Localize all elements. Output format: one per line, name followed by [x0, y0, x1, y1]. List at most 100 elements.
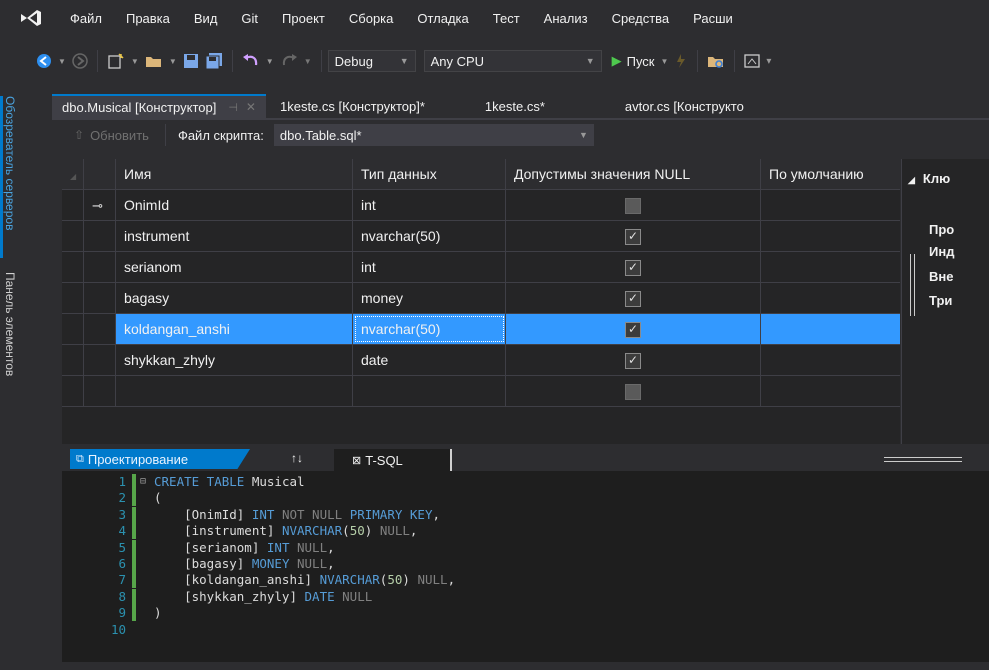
open-dropdown-icon[interactable]: ▼	[169, 50, 177, 72]
server-explorer-tab[interactable]: Обозреватель серверов	[1, 96, 17, 230]
back-navigation-icon[interactable]	[36, 50, 52, 72]
default-value-cell[interactable]	[761, 190, 900, 220]
allow-nulls-cell[interactable]: ✓	[506, 252, 761, 282]
save-all-icon[interactable]	[205, 50, 223, 72]
column-name-cell[interactable]: koldangan_anshi	[116, 314, 353, 344]
default-value-cell[interactable]	[761, 221, 900, 251]
checkbox-unchecked[interactable]	[625, 384, 641, 401]
checkbox-checked[interactable]: ✓	[625, 260, 641, 277]
undo-dropdown-icon[interactable]: ▼	[266, 50, 274, 72]
menu-item-10[interactable]: Расши	[681, 11, 745, 26]
tab-1keste-designer[interactable]: 1keste.cs [Конструктор]*	[270, 94, 435, 118]
menu-item-5[interactable]: Сборка	[337, 11, 406, 26]
data-type-cell[interactable]: int	[353, 252, 506, 282]
checkbox-checked[interactable]: ✓	[625, 291, 641, 308]
table-row[interactable]	[62, 376, 900, 407]
allow-nulls-cell[interactable]: ✓	[506, 283, 761, 313]
data-type-cell[interactable]	[353, 376, 506, 406]
header-name[interactable]: Имя	[116, 159, 353, 189]
tab-dbo-musical-designer[interactable]: dbo.Musical [Конструктор] ⊣ ✕	[52, 94, 266, 118]
redo-dropdown-icon[interactable]: ▼	[304, 50, 312, 72]
redo-icon[interactable]	[280, 50, 298, 72]
forward-navigation-icon[interactable]	[72, 50, 88, 72]
tab-1keste-cs[interactable]: 1keste.cs*	[475, 94, 555, 118]
save-icon[interactable]	[183, 50, 199, 72]
menu-item-0[interactable]: Файл	[58, 11, 114, 26]
toolbar-options-icon[interactable]: ▾	[766, 50, 771, 72]
allow-nulls-cell[interactable]: ✓	[506, 345, 761, 375]
checkbox-checked[interactable]: ✓	[625, 229, 641, 246]
start-button[interactable]: ▶ Пуск ▼	[612, 50, 669, 72]
data-type-cell[interactable]: nvarchar(50)	[353, 221, 506, 251]
props-line-1[interactable]: Про	[929, 222, 954, 237]
new-dropdown-icon[interactable]: ▼	[131, 50, 139, 72]
splitter-grip[interactable]	[910, 254, 915, 316]
props-line-3[interactable]: Вне	[929, 269, 953, 284]
header-default[interactable]: По умолчанию	[761, 159, 900, 189]
back-dropdown-icon[interactable]: ▼	[58, 50, 66, 72]
menu-item-7[interactable]: Тест	[481, 11, 532, 26]
menu-item-1[interactable]: Правка	[114, 11, 182, 26]
tab-tsql[interactable]: ⊠ T-SQL	[334, 449, 452, 471]
update-arrow-icon[interactable]: ⇧	[74, 128, 84, 142]
column-name-cell[interactable]: shykkan_zhyly	[116, 345, 353, 375]
refresh-button[interactable]: Обновить	[90, 128, 149, 143]
data-type-cell[interactable]: nvarchar(50)	[353, 314, 506, 344]
data-type-cell[interactable]: date	[353, 345, 506, 375]
pin-icon[interactable]: ⊣	[228, 101, 238, 114]
checkbox-checked[interactable]: ✓	[625, 353, 641, 370]
default-value-cell[interactable]	[761, 376, 900, 406]
default-value-cell[interactable]	[761, 314, 900, 344]
props-line-2[interactable]: Инд	[929, 244, 954, 259]
table-row[interactable]: bagasy money ✓	[62, 283, 900, 314]
window-layout-icon[interactable]	[744, 50, 761, 72]
menu-item-9[interactable]: Средства	[600, 11, 682, 26]
column-name-cell[interactable]: instrument	[116, 221, 353, 251]
table-row[interactable]: instrument nvarchar(50) ✓	[62, 221, 900, 252]
platform-select[interactable]: Any CPU ▼	[423, 50, 602, 72]
collapse-icon[interactable]: ⊟	[140, 474, 146, 490]
props-line-4[interactable]: Три	[929, 293, 952, 308]
toolbox-tab[interactable]: Панель элементов	[1, 272, 17, 376]
checkbox-unchecked[interactable]	[625, 198, 641, 215]
allow-nulls-cell[interactable]: ✓	[506, 314, 761, 344]
menu-item-4[interactable]: Проект	[270, 11, 337, 26]
new-project-icon[interactable]	[107, 50, 125, 72]
header-data-type[interactable]: Тип данных	[353, 159, 506, 189]
allow-nulls-cell[interactable]	[506, 190, 761, 220]
checkbox-checked[interactable]: ✓	[625, 322, 641, 339]
tab-avtor-designer[interactable]: avtor.cs [Конструкто	[615, 94, 754, 118]
find-in-files-icon[interactable]	[707, 50, 725, 72]
header-allow-nulls[interactable]: Допустимы значения NULL	[506, 159, 761, 189]
menu-item-8[interactable]: Анализ	[532, 11, 600, 26]
close-icon[interactable]: ✕	[246, 100, 256, 114]
default-value-cell[interactable]	[761, 252, 900, 282]
table-row[interactable]: shykkan_zhyly date ✓	[62, 345, 900, 376]
hot-reload-icon[interactable]	[674, 50, 688, 72]
table-row[interactable]: serianom int ✓	[62, 252, 900, 283]
menu-item-3[interactable]: Git	[229, 11, 270, 26]
pane-resize-grip[interactable]	[884, 457, 962, 462]
keys-section[interactable]: ◢ Клю	[908, 171, 950, 186]
table-row[interactable]: koldangan_anshi nvarchar(50) ✓	[62, 314, 900, 345]
swap-panes-icon[interactable]: ↑↓	[291, 451, 303, 465]
data-type-cell[interactable]: money	[353, 283, 506, 313]
script-file-select[interactable]: dbo.Table.sql* ▼	[273, 124, 594, 146]
column-name-cell[interactable]	[116, 376, 353, 406]
open-folder-icon[interactable]	[145, 50, 163, 72]
column-name-cell[interactable]: bagasy	[116, 283, 353, 313]
menu-item-6[interactable]: Отладка	[405, 11, 480, 26]
column-name-cell[interactable]: serianom	[116, 252, 353, 282]
menu-item-2[interactable]: Вид	[182, 11, 230, 26]
column-name-cell[interactable]: OnimId	[116, 190, 353, 220]
data-type-cell[interactable]: int	[353, 190, 506, 220]
default-value-cell[interactable]	[761, 283, 900, 313]
sql-editor[interactable]: 1 ⊟ CREATE TABLE Musical 2(3 [OnimId] INT N…	[62, 471, 989, 670]
allow-nulls-cell[interactable]: ✓	[506, 221, 761, 251]
undo-icon[interactable]	[242, 50, 260, 72]
configuration-select[interactable]: Debug ▼	[327, 50, 416, 72]
table-row[interactable]: ⊸ OnimId int	[62, 190, 900, 221]
visual-studio-logo-icon[interactable]	[18, 7, 44, 29]
default-value-cell[interactable]	[761, 345, 900, 375]
allow-nulls-cell[interactable]	[506, 376, 761, 406]
